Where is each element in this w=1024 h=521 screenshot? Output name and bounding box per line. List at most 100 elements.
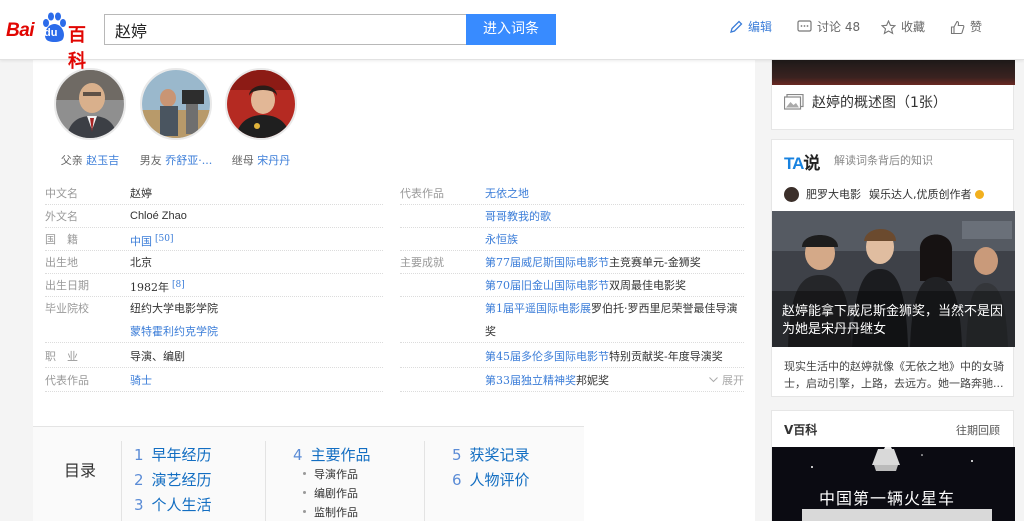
toc-item-personal-life[interactable]: 3 个人生活	[134, 494, 212, 515]
relation-stepmother[interactable]: 继母 宋丹丹	[216, 68, 306, 168]
thumbs-up-icon	[950, 20, 965, 34]
info-key: 中文名	[45, 187, 78, 200]
festival-link[interactable]: 届威尼斯国际电影节	[510, 256, 609, 269]
video-title[interactable]: 中国第一辆火星车	[819, 485, 955, 509]
person-photo	[142, 70, 210, 138]
toc-sub-directing[interactable]: 导演作品	[303, 466, 358, 482]
relation-photo[interactable]	[225, 68, 297, 140]
author-name[interactable]: 肥罗大电影	[806, 186, 861, 202]
festival-link[interactable]: 届旧金山国际电影节	[510, 279, 609, 292]
award-prize: 特别贡献奖-年度导演奖	[609, 350, 723, 363]
toc-item-reviews[interactable]: 6 人物评价	[452, 469, 530, 490]
info-key: 主要成就	[400, 256, 444, 269]
v-baike-card: V百科 往期回顾 中国第一辆火星车	[771, 410, 1015, 521]
discuss-button[interactable]: 讨论 48	[797, 18, 860, 36]
info-row-birthdate: 出生日期 1982年 [8]	[45, 274, 383, 297]
star-icon	[881, 19, 896, 35]
festival-link[interactable]: 届多伦多国际电影节	[510, 350, 609, 363]
toc-item-awards[interactable]: 5 获奖记录	[452, 444, 530, 465]
school-link[interactable]: 蒙特霍利约克学院	[130, 325, 218, 338]
info-row-works-right: 代表作品 无依之地	[400, 182, 744, 205]
like-label: 赞	[970, 20, 983, 34]
divider	[424, 441, 425, 521]
info-row-works-right: 永恒族	[400, 228, 744, 251]
work-link[interactable]: 永恒族	[485, 233, 518, 246]
info-row-award: 第70届旧金山国际电影节双周最佳电影奖	[400, 274, 744, 297]
overview-label[interactable]: 赵婷的概述图（1张）	[784, 92, 947, 112]
rocket-graphic	[772, 447, 1015, 521]
work-link[interactable]: 哥哥教我的歌	[485, 210, 551, 223]
collect-button[interactable]: 收藏	[881, 18, 925, 36]
relation-caption: 男友 乔舒亚·...	[139, 154, 213, 167]
toc-sub-producing[interactable]: 监制作品	[303, 504, 358, 520]
relation-photo[interactable]	[54, 68, 126, 140]
info-row-foreign-name: 外文名 Chloé Zhao	[45, 205, 383, 228]
ta-say-description: 解读词条背后的知识	[834, 154, 933, 167]
v-baike-video-thumbnail[interactable]: 中国第一辆火星车	[772, 447, 1015, 521]
baidu-baike-logo[interactable]: Bai du 百科	[6, 12, 100, 71]
info-row-chinese-name: 中文名 赵婷	[45, 182, 383, 205]
info-value: 北京	[130, 256, 152, 269]
main-content: 父亲 赵玉吉 男友 乔舒亚·... 继母 宋丹丹 中文名 赵婷 外文名 Chlo…	[33, 60, 755, 521]
reference-link[interactable]: [50]	[155, 234, 173, 244]
info-row-birthplace: 出生地 北京	[45, 251, 383, 274]
award-number-link[interactable]: 第33	[485, 374, 510, 387]
info-row-works-right: 哥哥教我的歌	[400, 205, 744, 228]
relation-name-link[interactable]: 赵玉吉	[86, 154, 119, 167]
relation-photo[interactable]	[140, 68, 212, 140]
info-key: 代表作品	[45, 374, 89, 387]
award-number-link[interactable]: 第77	[485, 256, 510, 269]
info-row-award: 第1届平遥国际电影展罗伯托·罗西里尼荣誉最佳导演 奖	[400, 297, 744, 343]
ta-say-card: TA说 解读词条背后的知识 肥罗大电影 娱乐达人,优质创作者 赵婷能拿下威尼斯金…	[771, 139, 1015, 397]
search-input[interactable]	[104, 14, 466, 45]
past-episodes-link[interactable]: 往期回顾	[956, 422, 1000, 438]
overview-album-card[interactable]: 赵婷的概述图（1张）	[771, 60, 1015, 130]
info-key: 代表作品	[400, 187, 444, 200]
enter-entry-button[interactable]: 进入词条	[466, 14, 556, 45]
info-key: 职 业	[45, 350, 78, 363]
award-prize: 双周最佳电影奖	[609, 279, 686, 292]
info-row-nationality: 国 籍 中国 [50]	[45, 228, 383, 251]
comment-icon	[797, 20, 812, 32]
toc-title: 目录	[64, 461, 97, 480]
ta-say-logo: TA说	[784, 154, 820, 173]
award-prize: 奖	[485, 325, 496, 338]
award-number-link[interactable]: 第1	[485, 302, 503, 315]
article-excerpt[interactable]: 现实生活中的赵婷就像《无依之地》中的女骑士，启动引擎，上路，去远方。她一路奔驰.…	[784, 358, 1006, 392]
info-key: 出生日期	[45, 279, 89, 292]
toc-item-main-works[interactable]: 4 主要作品	[293, 444, 371, 465]
relation-caption: 父亲 赵玉吉	[60, 154, 120, 167]
person-photo	[56, 70, 124, 138]
award-prize: 邦妮奖	[576, 374, 609, 387]
person-photo	[227, 70, 295, 138]
expand-button[interactable]: 展开	[709, 369, 744, 392]
toc-item-early-life[interactable]: 1 早年经历	[134, 444, 212, 465]
nationality-link[interactable]: 中国	[130, 235, 152, 248]
info-value: 导演、编剧	[130, 350, 185, 363]
relation-boyfriend[interactable]: 男友 乔舒亚·...	[131, 68, 221, 168]
award-number-link[interactable]: 第70	[485, 279, 510, 292]
relation-caption: 继母 宋丹丹	[231, 154, 291, 167]
edit-button[interactable]: 编辑	[729, 18, 772, 36]
work-link[interactable]: 无依之地	[485, 187, 529, 200]
award-prize: 主竞赛单元-金狮奖	[609, 256, 701, 269]
like-button[interactable]: 赞	[950, 18, 982, 36]
relation-name-link[interactable]: 宋丹丹	[257, 154, 290, 167]
logo-text-du: du	[44, 27, 58, 39]
reference-link[interactable]: [8]	[172, 280, 185, 290]
relation-name-link[interactable]: 乔舒亚·...	[165, 154, 212, 167]
article-title[interactable]: 赵婷能拿下威尼斯金狮奖，当然不是因为她是宋丹丹继女	[782, 303, 1010, 339]
overview-image[interactable]	[772, 60, 1015, 85]
article-cover-image[interactable]: 赵婷能拿下威尼斯金狮奖，当然不是因为她是宋丹丹继女	[772, 211, 1015, 347]
festival-link[interactable]: 届平遥国际电影展	[503, 302, 591, 315]
work-link[interactable]: 骑士	[130, 374, 152, 387]
info-key: 外文名	[45, 210, 78, 223]
toc-item-career[interactable]: 2 演艺经历	[134, 469, 212, 490]
avatar[interactable]	[784, 186, 799, 202]
info-key: 毕业院校	[45, 302, 89, 315]
ta-author[interactable]: 肥罗大电影 娱乐达人,优质创作者	[784, 186, 984, 202]
festival-link[interactable]: 届独立精神奖	[510, 374, 576, 387]
award-number-link[interactable]: 第45	[485, 350, 510, 363]
toc-sub-writing[interactable]: 编剧作品	[303, 485, 358, 501]
relation-father[interactable]: 父亲 赵玉吉	[45, 68, 135, 168]
